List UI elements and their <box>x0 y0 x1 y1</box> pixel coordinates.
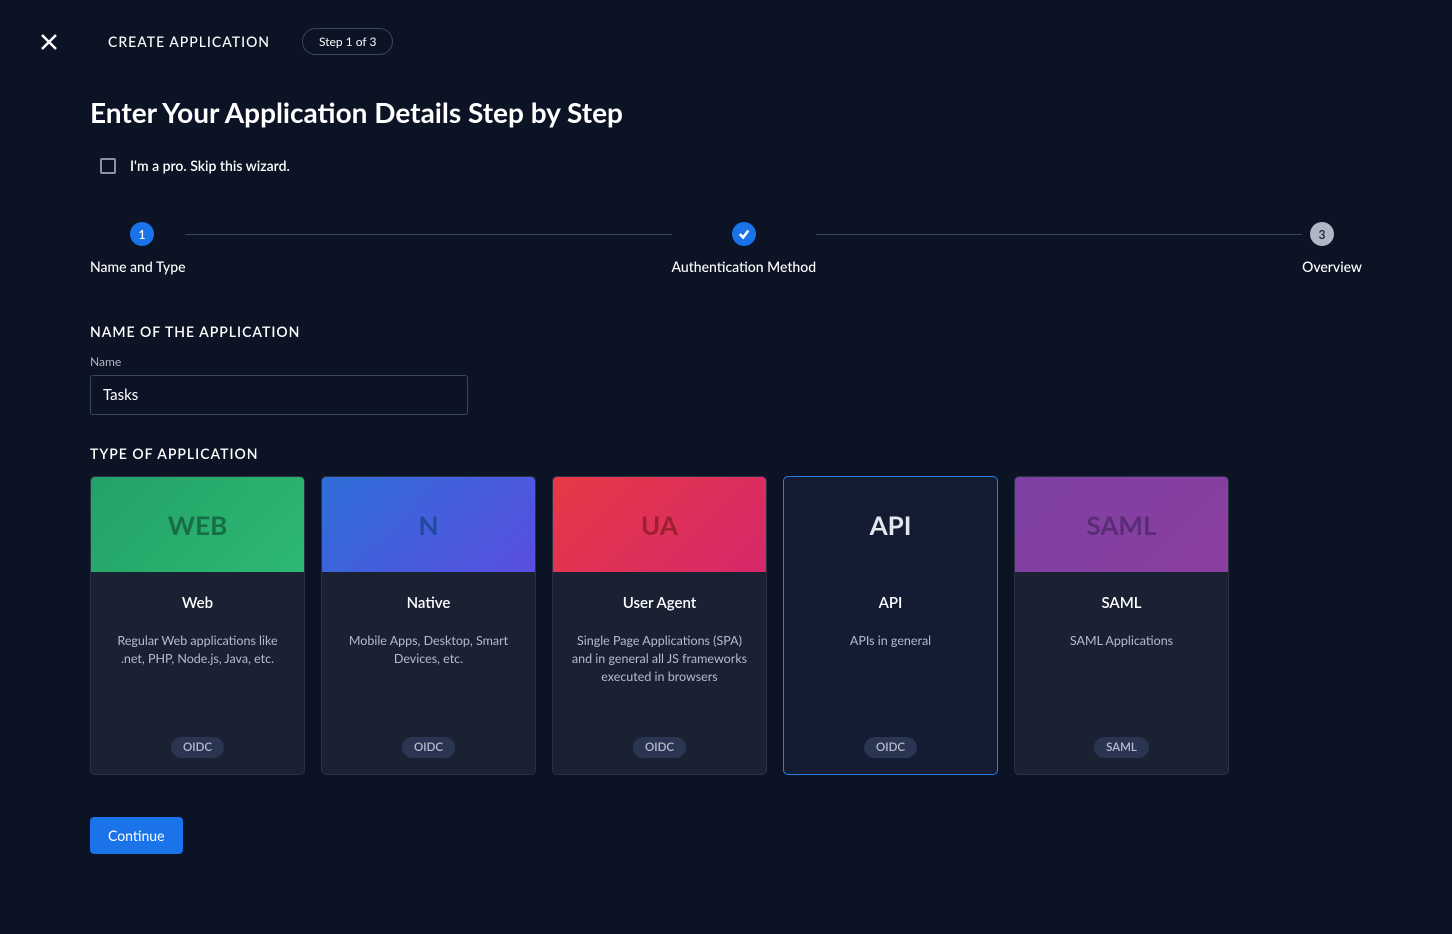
type-card-api[interactable]: API API APIs in general OIDC <box>783 476 998 775</box>
card-hero: SAML <box>1015 477 1228 572</box>
header-title: CREATE APPLICATION <box>108 33 270 50</box>
type-card-web[interactable]: WEB Web Regular Web applications like .n… <box>90 476 305 775</box>
card-description: Single Page Applications (SPA) and in ge… <box>569 632 750 737</box>
card-title: Native <box>407 594 451 612</box>
card-title: Web <box>182 594 213 612</box>
step-label-3: Overview <box>1302 258 1362 275</box>
step-bubble-1: 1 <box>130 222 154 246</box>
skip-wizard-checkbox[interactable] <box>100 158 116 174</box>
check-icon <box>738 228 750 240</box>
step-label-1: Name and Type <box>90 258 185 275</box>
continue-button[interactable]: Continue <box>90 817 183 854</box>
close-icon[interactable] <box>40 33 58 51</box>
type-card-saml[interactable]: SAML SAML SAML Applications SAML <box>1014 476 1229 775</box>
step-line <box>816 234 1302 235</box>
card-description: SAML Applications <box>1070 632 1173 737</box>
step-overview[interactable]: 3 Overview <box>1302 222 1362 275</box>
step-authentication-method[interactable]: Authentication Method <box>672 222 817 275</box>
type-card-native[interactable]: N Native Mobile Apps, Desktop, Smart Dev… <box>321 476 536 775</box>
card-badge: OIDC <box>171 737 224 758</box>
name-field-label: Name <box>90 354 1362 369</box>
page-title: Enter Your Application Details Step by S… <box>90 95 1362 129</box>
step-bubble-2 <box>732 222 756 246</box>
header: CREATE APPLICATION Step 1 of 3 <box>0 0 1452 75</box>
card-badge: OIDC <box>402 737 455 758</box>
step-line <box>185 234 671 235</box>
type-section-title: TYPE OF APPLICATION <box>90 445 1362 462</box>
card-badge: OIDC <box>864 737 917 758</box>
card-hero: UA <box>553 477 766 572</box>
step-bubble-3: 3 <box>1310 222 1334 246</box>
type-cards-row: WEB Web Regular Web applications like .n… <box>90 476 1362 775</box>
card-hero: N <box>322 477 535 572</box>
card-badge: SAML <box>1094 737 1149 758</box>
type-card-user-agent[interactable]: UA User Agent Single Page Applications (… <box>552 476 767 775</box>
stepper: 1 Name and Type Authentication Method 3 … <box>90 222 1362 275</box>
name-section-title: NAME OF THE APPLICATION <box>90 323 1362 340</box>
skip-wizard-label: I'm a pro. Skip this wizard. <box>130 157 290 174</box>
card-title: User Agent <box>623 594 697 612</box>
step-name-and-type[interactable]: 1 Name and Type <box>90 222 185 275</box>
card-title: API <box>879 594 903 612</box>
card-badge: OIDC <box>633 737 686 758</box>
card-description: Regular Web applications like .net, PHP,… <box>107 632 288 737</box>
card-title: SAML <box>1101 594 1141 612</box>
card-hero: API <box>784 477 997 572</box>
card-description: Mobile Apps, Desktop, Smart Devices, etc… <box>338 632 519 737</box>
step-indicator: Step 1 of 3 <box>302 28 393 55</box>
skip-wizard-row: I'm a pro. Skip this wizard. <box>90 157 1362 174</box>
card-description: APIs in general <box>850 632 931 737</box>
card-hero: WEB <box>91 477 304 572</box>
application-name-input[interactable] <box>90 375 468 415</box>
step-label-2: Authentication Method <box>672 258 817 275</box>
